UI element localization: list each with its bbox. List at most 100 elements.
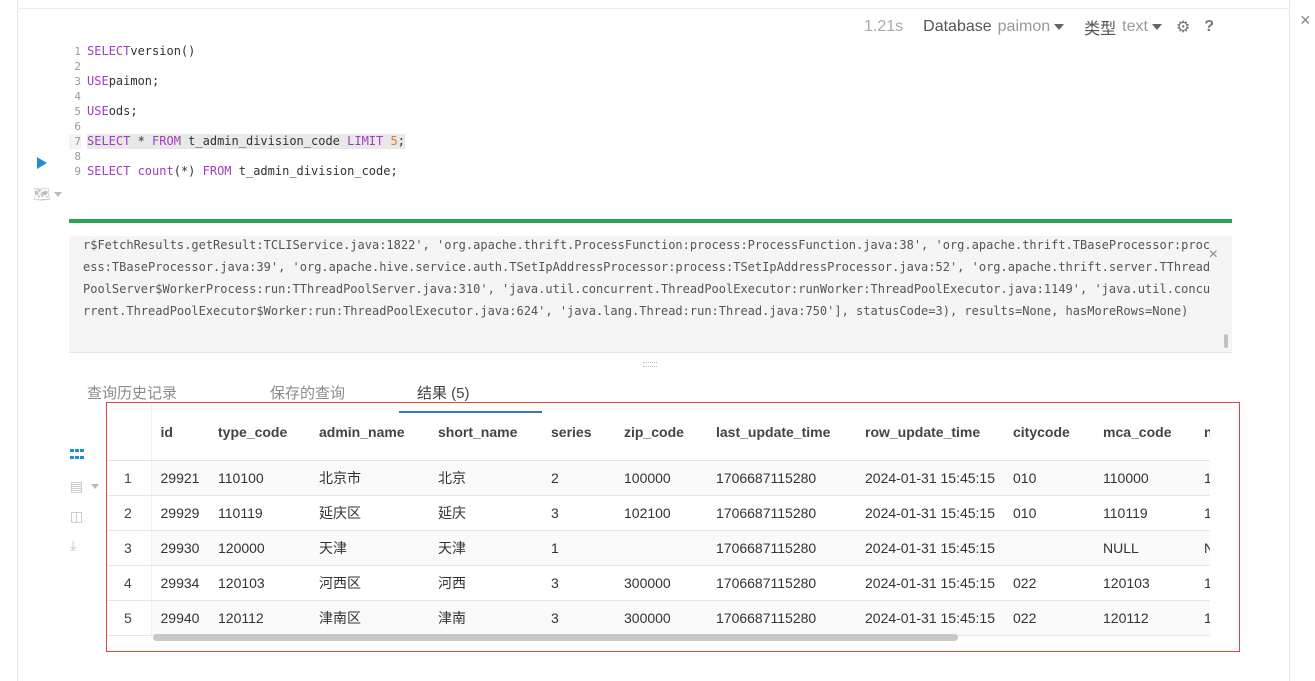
table-row[interactable]: 4 29934 120103 河西区 河西 3 300000 1706687115280 202… — [107, 565, 1210, 601]
column-header-type-code[interactable]: type_code — [209, 403, 310, 461]
table-cell: 102100 — [615, 495, 707, 531]
column-header-short-name[interactable]: short_name — [429, 403, 542, 461]
code-text: USEpaimon; — [87, 74, 159, 89]
close-icon[interactable]: × — [1300, 10, 1311, 30]
table-cell: 010 — [1004, 495, 1094, 531]
close-icon[interactable]: × — [1209, 247, 1218, 263]
column-header-citycode[interactable]: citycode — [1004, 403, 1094, 461]
results-table: id type_code admin_name short_name series zip… — [107, 403, 1210, 636]
column-header-zip-code[interactable]: zip_code — [615, 403, 707, 461]
table-cell: 29940 — [151, 600, 209, 636]
chevron-down-icon[interactable] — [91, 484, 99, 489]
row-number: 5 — [107, 600, 152, 636]
column-header-row-update-time[interactable]: row_update_time — [856, 403, 1004, 461]
chevron-down-icon[interactable] — [1054, 24, 1065, 30]
table-row[interactable]: 5 29940 120112 津南区 津南 3 300000 1706687115280 202… — [107, 600, 1210, 636]
grid-icon[interactable] — [70, 449, 84, 461]
code-line[interactable]: 8 — [69, 149, 1232, 164]
code-line[interactable]: 1 SELECTversion() — [69, 44, 1232, 59]
columns-icon[interactable]: ◫ — [70, 509, 83, 523]
table-cell: NULL — [1094, 530, 1195, 566]
column-header-n[interactable]: n — [1195, 403, 1210, 461]
code-line[interactable]: 3 USEpaimon; — [69, 74, 1232, 89]
tab-results[interactable]: 结果 (5) — [417, 382, 470, 403]
tab-query-history[interactable]: 查询历史记录 — [87, 382, 177, 403]
line-number: 4 — [74, 90, 81, 103]
database-select[interactable]: paimon — [998, 18, 1050, 36]
code-token: FROM — [202, 164, 232, 178]
line-number: 9 — [74, 165, 81, 178]
code-line[interactable]: 2 — [69, 59, 1232, 74]
left-border — [17, 0, 18, 681]
column-header-admin-name[interactable]: admin_name — [310, 403, 429, 461]
table-cell: 2024-01-31 15:45:15 — [856, 460, 1004, 496]
horizontal-scrollbar[interactable] — [153, 634, 958, 641]
table-cell: 2024-01-31 15:45:15 — [856, 495, 1004, 531]
code-token: ods; — [108, 104, 138, 118]
table-cell: 120103 — [209, 565, 310, 601]
code-text: SELECTversion() — [87, 44, 195, 59]
gear-icon[interactable]: ⚙ — [1176, 17, 1190, 37]
chevron-down-icon[interactable] — [1151, 24, 1162, 30]
play-icon[interactable] — [37, 157, 47, 169]
code-line[interactable]: 6 — [69, 119, 1232, 134]
code-text: SELECT count(*) FROM t_admin_division_co… — [87, 164, 398, 179]
execution-log-panel: r$FetchResults.getResult:TCLIService.jav… — [69, 236, 1232, 353]
help-icon[interactable]: ? — [1204, 18, 1214, 36]
table-cell: 津南区 — [310, 600, 429, 636]
map-icon[interactable]: 🗺 — [33, 186, 51, 203]
column-header-id[interactable]: id — [151, 403, 209, 461]
table-cell: 100000 — [615, 460, 707, 496]
table-cell: 120112 — [1094, 600, 1195, 636]
table-cell: 1706687115280 — [707, 600, 856, 636]
resize-handle[interactable] — [643, 362, 657, 367]
code-line[interactable]: 9 SELECT count(*) FROM t_admin_division_c… — [69, 164, 1232, 179]
row-number: 4 — [107, 565, 152, 601]
download-icon[interactable]: ⤓ — [70, 538, 76, 552]
results-grid: id type_code admin_name short_name series zip… — [106, 402, 1240, 652]
code-text: SELECT * FROM t_admin_division_code LIMI… — [87, 134, 405, 149]
line-number: 6 — [74, 120, 81, 133]
column-header-last-update-time[interactable]: last_update_time — [707, 403, 856, 461]
code-line[interactable]: 4 — [69, 89, 1232, 104]
type-select[interactable]: text — [1122, 18, 1148, 36]
table-row[interactable]: 3 29930 120000 天津 天津 1 1706687115280 2024-01-31… — [107, 530, 1210, 566]
table-cell: 010 — [1004, 460, 1094, 496]
code-token: version() — [130, 44, 196, 58]
code-token: USE — [87, 104, 109, 118]
code-token: count — [130, 164, 174, 178]
code-line[interactable]: 5 USEods; — [69, 104, 1232, 119]
table-row[interactable]: 1 29921 110100 北京市 北京 2 100000 1706687115280 202… — [107, 460, 1210, 496]
code-token: SELECT — [87, 134, 131, 148]
line-number: 8 — [74, 150, 81, 163]
right-border — [1289, 0, 1290, 681]
code-line[interactable]: 7 SELECT * FROM t_admin_division_code LIM… — [69, 134, 1232, 149]
code-token: t_admin_division_code; — [231, 164, 398, 178]
code-text: USEods; — [87, 104, 138, 119]
code-token: (*) — [173, 164, 203, 178]
table-cell: 300000 — [615, 565, 707, 601]
log-scrollbar[interactable] — [1224, 334, 1228, 348]
table-cell: 3 — [542, 495, 615, 531]
code-token: SELECT — [87, 44, 131, 58]
table-cell: 110119 — [209, 495, 310, 531]
log-text: r$FetchResults.getResult:TCLIService.jav… — [83, 238, 1211, 318]
tab-saved-queries[interactable]: 保存的查询 — [270, 382, 345, 403]
table-cell: 延庆 — [429, 495, 542, 531]
table-cell: 120103 — [1094, 565, 1195, 601]
table-row[interactable]: 2 29929 110119 延庆区 延庆 3 102100 1706687115280 202… — [107, 495, 1210, 531]
column-header-mca-code[interactable]: mca_code — [1094, 403, 1195, 461]
table-cell: 1 — [1195, 565, 1210, 601]
sql-editor[interactable]: 1 SELECTversion() 2 3 USEpaimon; 4 5 USEods; 6 7 S… — [69, 44, 1232, 179]
table-cell: 022 — [1004, 600, 1094, 636]
table-cell: 110100 — [209, 460, 310, 496]
table-cell: 津南 — [429, 600, 542, 636]
line-number: 7 — [69, 134, 81, 149]
table-cell — [615, 530, 707, 566]
table-cell: 29930 — [151, 530, 209, 566]
column-header-series[interactable]: series — [542, 403, 615, 461]
bar-chart-icon[interactable]: ▤ — [70, 479, 83, 493]
chevron-down-icon[interactable] — [54, 192, 62, 197]
code-token: 5 — [390, 134, 398, 148]
type-label: 类型 — [1084, 21, 1117, 38]
